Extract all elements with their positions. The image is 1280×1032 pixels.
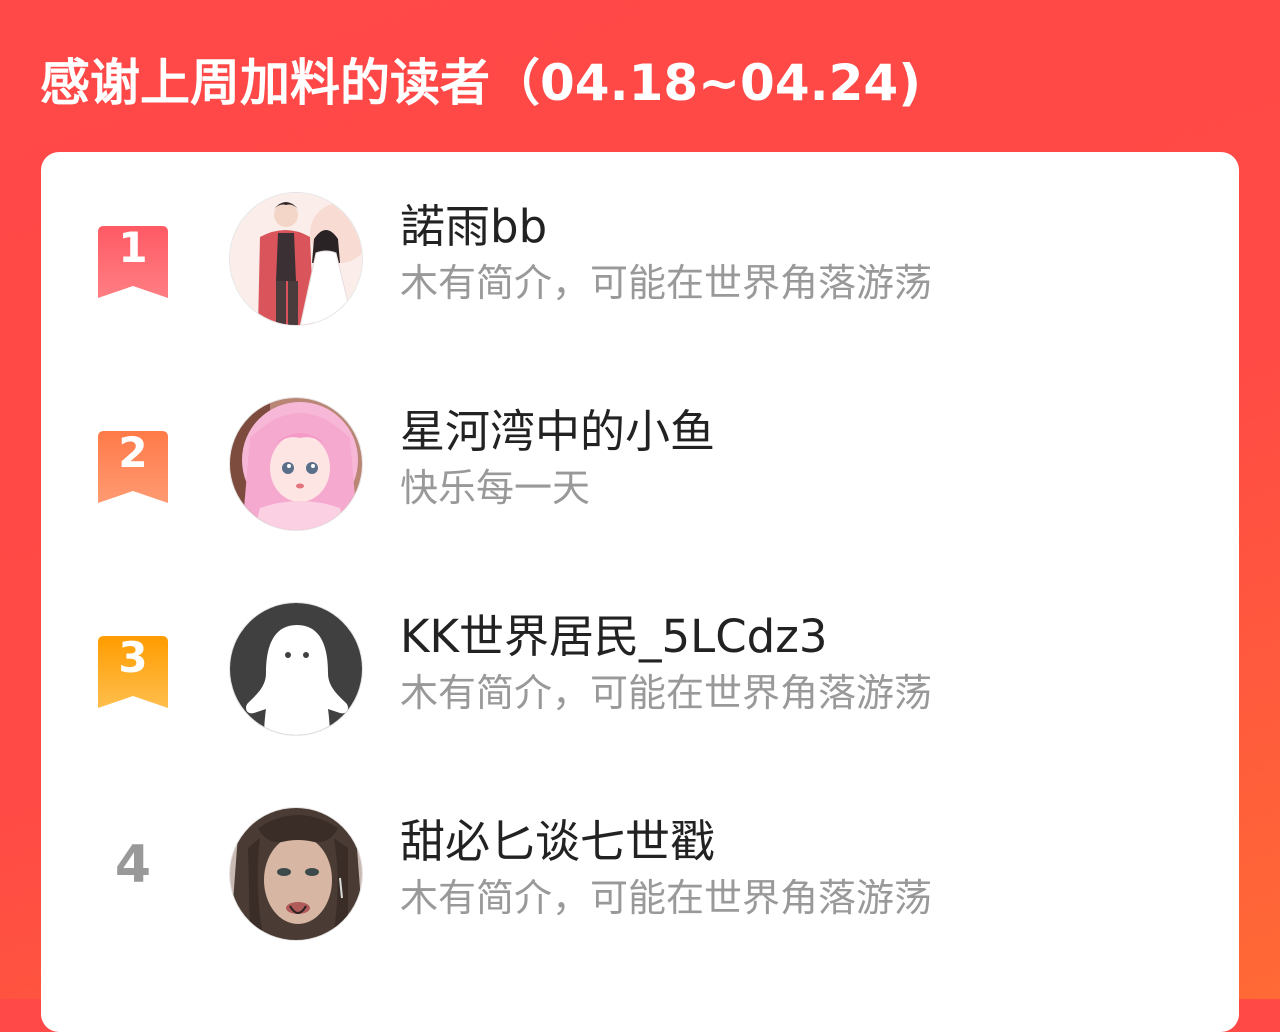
reader-name[interactable]: 諾雨bb (400, 198, 547, 256)
reader-intro: 木有简介，可能在世界角落游荡 (400, 671, 933, 715)
reader-row[interactable]: 2 星河湾中的小鱼 快乐每一天 (41, 357, 1239, 531)
rank-3-ribbon-icon: 3 (98, 636, 168, 708)
reader-row[interactable]: 4 甜必匕谈七世戳 木有简介，可能在世界角落游荡 (41, 767, 1239, 941)
rank-number: 4 (114, 835, 152, 895)
couple-avatar-icon (230, 193, 362, 325)
rank-1-ribbon-icon: 1 (98, 226, 168, 298)
reader-intro: 快乐每一天 (400, 466, 591, 510)
page-title: 感谢上周加料的读者（04.18~04.24) (40, 54, 922, 112)
reader-intro: 木有简介，可能在世界角落游荡 (400, 261, 933, 305)
reader-name[interactable]: KK世界居民_5LCdz3 (400, 608, 827, 666)
reader-name[interactable]: 星河湾中的小鱼 (400, 403, 715, 461)
girl-portrait-avatar-icon (230, 808, 362, 940)
reader-row[interactable]: 1 諾雨bb 木有简介，可能在世界角落游荡 (41, 152, 1239, 326)
reader-avatar[interactable] (229, 397, 363, 531)
reader-avatar[interactable] (229, 192, 363, 326)
reader-name[interactable]: 甜必匕谈七世戳 (400, 813, 715, 871)
default-user-avatar-icon (230, 603, 362, 735)
svg-text:2: 2 (118, 431, 147, 477)
pink-hair-girl-avatar-icon (230, 398, 362, 530)
rank-2-ribbon-icon: 2 (98, 431, 168, 503)
reader-intro: 木有简介，可能在世界角落游荡 (400, 876, 933, 920)
reader-avatar[interactable] (229, 602, 363, 736)
readers-card: 1 諾雨bb 木有简介，可能在世界角落游荡 2 星河湾中的小鱼 快乐每一天 3 … (41, 152, 1239, 1032)
reader-row[interactable]: 3 KK世界居民_5LCdz3 木有简介，可能在世界角落游荡 (41, 562, 1239, 736)
svg-text:3: 3 (118, 636, 147, 682)
svg-text:1: 1 (118, 226, 147, 272)
reader-avatar[interactable] (229, 807, 363, 941)
